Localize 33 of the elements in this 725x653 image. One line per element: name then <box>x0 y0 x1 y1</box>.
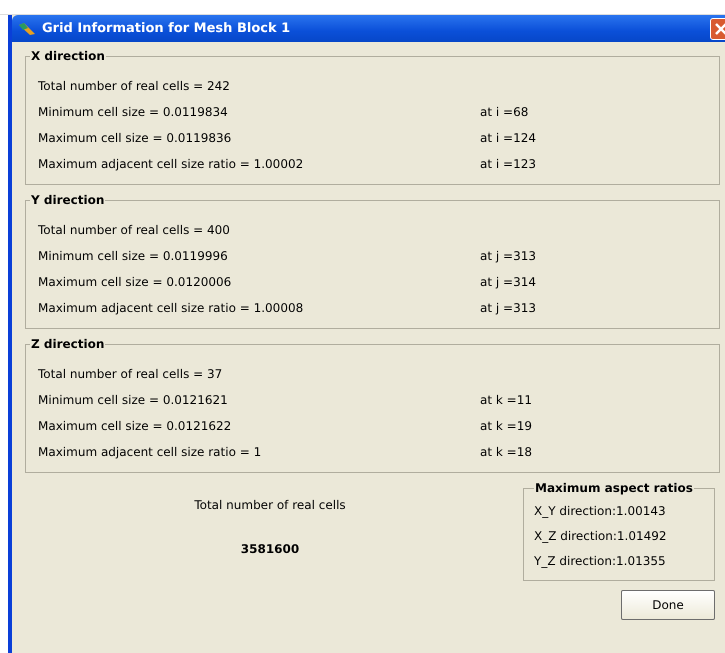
aspect-ratio-value: X_Z direction:1.01492 <box>534 528 668 545</box>
stat-location: at i =123 <box>480 157 536 171</box>
total-label: Total number of real cells <box>194 498 346 512</box>
stat-location: at j =313 <box>480 249 536 263</box>
stat-location: at i =124 <box>480 131 536 145</box>
stat-label: Minimum cell size = 0.0121621 <box>38 393 229 407</box>
stat-label: Maximum cell size = 0.0121622 <box>38 419 232 433</box>
stat-location: at j =313 <box>480 301 536 315</box>
aspect-ratio-value: Y_Z direction:1.01355 <box>534 553 667 570</box>
stat-label: Maximum adjacent cell size ratio = 1 <box>38 445 262 459</box>
stat-label: Minimum cell size = 0.0119834 <box>38 105 229 119</box>
stat-location: at j =314 <box>480 275 536 289</box>
stat-label: Total number of real cells = 37 <box>38 367 224 381</box>
stat-location: at k =11 <box>480 393 532 407</box>
done-button[interactable]: Done <box>621 590 715 620</box>
stat-location: at k =19 <box>480 419 532 433</box>
panel-title: Y direction <box>30 193 106 207</box>
panel-title: Z direction <box>30 337 106 351</box>
stat-label: Maximum cell size = 0.0119836 <box>38 131 232 145</box>
app-logo-icon <box>18 22 36 36</box>
stat-location: at i =68 <box>480 105 528 119</box>
stat-label: Maximum adjacent cell size ratio = 1.00008 <box>38 301 304 315</box>
window-title: Grid Information for Mesh Block 1 <box>42 21 292 36</box>
panel-title: Maximum aspect ratios <box>534 481 694 495</box>
stat-label: Minimum cell size = 0.0119996 <box>38 249 229 263</box>
stat-label: Maximum cell size = 0.0120006 <box>38 275 232 289</box>
stat-label: Total number of real cells = 242 <box>38 79 231 93</box>
stat-label: Total number of real cells = 400 <box>38 223 231 237</box>
aspect-ratio-value: X_Y direction:1.00143 <box>534 503 667 520</box>
stat-location: at k =18 <box>480 445 532 459</box>
panel-title: X direction <box>30 49 106 63</box>
stat-label: Maximum adjacent cell size ratio = 1.00002 <box>38 157 304 171</box>
total-value: 3581600 <box>240 542 300 556</box>
